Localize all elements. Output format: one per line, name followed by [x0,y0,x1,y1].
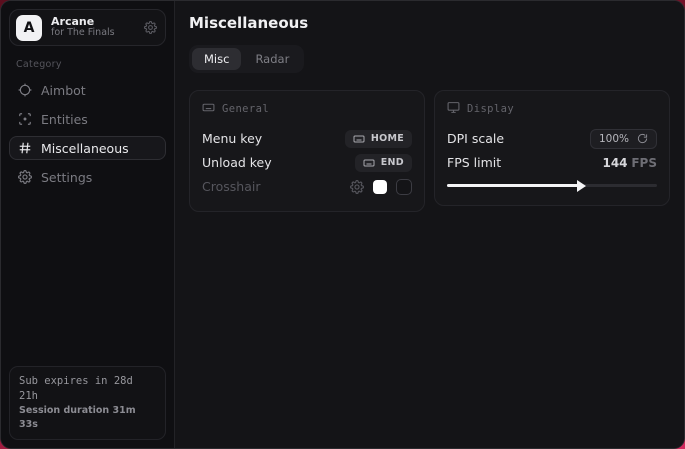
sidebar: A Arcane for The Finals Category Aimbot [1,1,175,448]
menu-key-row: Menu key HOME [202,127,412,150]
slider-fill [447,184,579,187]
account-card[interactable]: A Arcane for The Finals [9,9,166,46]
refresh-icon [637,133,648,144]
page-title: Miscellaneous [189,14,670,32]
dpi-scale-row: DPI scale 100% [447,127,657,150]
session-duration-text: Session duration 31m 33s [19,404,156,432]
display-card: Display DPI scale 100% FPS limit 144 FPS [434,90,670,206]
keyboard-icon [363,157,375,169]
general-card-title: General [222,103,269,115]
unload-key-value: END [381,157,404,168]
display-card-title: Display [467,103,514,115]
sidebar-item-label: Settings [41,170,92,185]
sidebar-item-entities[interactable]: Entities [9,107,166,131]
account-gear-icon[interactable] [144,21,157,34]
gear-icon [17,170,32,184]
settings-cards: General Menu key HOME Unload key END [189,90,670,212]
subscription-box: Sub expires in 28d 21h Session duration … [9,366,166,440]
crosshair-controls [350,179,412,195]
fps-limit-row: FPS limit 144 FPS [447,151,657,174]
account-subtitle: for The Finals [51,28,135,39]
crosshair-checkbox[interactable] [396,179,412,195]
crosshair-icon [17,83,32,97]
general-card: General Menu key HOME Unload key END [189,90,425,212]
sidebar-item-miscellaneous[interactable]: Miscellaneous [9,136,166,160]
unload-key-button[interactable]: END [355,154,412,172]
main-panel: Miscellaneous Misc Radar General Menu ke… [175,1,685,448]
account-meta: Arcane for The Finals [51,16,135,40]
general-card-header: General [202,101,412,117]
tab-radar[interactable]: Radar [243,48,301,70]
fps-number: 144 [602,156,627,170]
menu-key-label: Menu key [202,131,262,146]
keyboard-icon [202,101,215,117]
category-label: Category [16,59,166,70]
sidebar-item-settings[interactable]: Settings [9,165,166,189]
dpi-scale-label: DPI scale [447,131,504,146]
app-window: A Arcane for The Finals Category Aimbot [0,0,685,449]
scan-icon [17,112,32,126]
sidebar-item-aimbot[interactable]: Aimbot [9,78,166,102]
menu-key-button[interactable]: HOME [345,130,412,148]
unload-key-label: Unload key [202,155,272,170]
sidebar-item-label: Miscellaneous [41,141,129,156]
tab-bar: Misc Radar [189,45,304,73]
category-nav: Aimbot Entities Miscellaneous Settings [9,78,166,189]
fps-limit-value: 144 FPS [602,156,657,170]
crosshair-row: Crosshair [202,175,412,198]
display-card-header: Display [447,101,657,117]
crosshair-settings-gear-icon[interactable] [350,180,364,194]
fps-limit-label: FPS limit [447,155,501,170]
tab-misc[interactable]: Misc [192,48,241,70]
fps-unit: FPS [631,156,657,170]
unload-key-row: Unload key END [202,151,412,174]
menu-key-value: HOME [371,133,404,144]
slider-thumb[interactable] [577,180,586,192]
crosshair-color-swatch[interactable] [373,180,387,194]
crosshair-label: Crosshair [202,179,260,194]
monitor-icon [447,101,460,117]
keyboard-icon [353,133,365,145]
dpi-scale-value: 100% [599,133,629,145]
sidebar-item-label: Aimbot [41,83,86,98]
grip-grid-icon [17,141,32,155]
sub-expires-text: Sub expires in 28d 21h [19,374,156,404]
dpi-scale-select[interactable]: 100% [590,129,657,149]
app-logo: A [16,15,42,41]
sidebar-item-label: Entities [41,112,88,127]
fps-limit-slider[interactable] [447,178,657,192]
